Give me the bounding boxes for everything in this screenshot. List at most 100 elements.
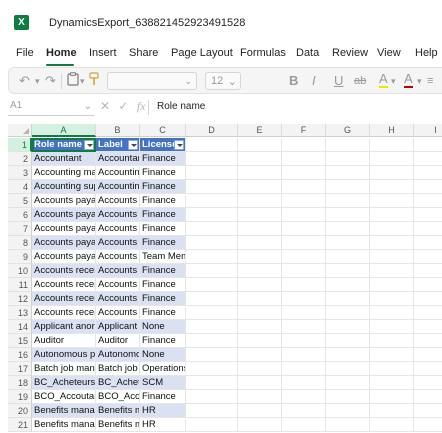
- empty-cell[interactable]: [414, 250, 442, 264]
- empty-cell[interactable]: [414, 306, 442, 320]
- empty-cell[interactable]: [370, 320, 414, 334]
- row-header-9[interactable]: 9: [8, 250, 32, 264]
- table-cell[interactable]: Benefits m: [96, 404, 140, 418]
- empty-cell[interactable]: [370, 236, 414, 250]
- empty-cell[interactable]: [370, 250, 414, 264]
- empty-cell[interactable]: [370, 180, 414, 194]
- empty-cell[interactable]: [414, 222, 442, 236]
- table-cell[interactable]: Batch job: [96, 362, 140, 376]
- empty-cell[interactable]: [186, 292, 238, 306]
- table-cell[interactable]: Finance: [140, 194, 186, 208]
- column-header-d[interactable]: D: [186, 124, 238, 137]
- table-cell[interactable]: Applicant anor: [32, 320, 96, 334]
- empty-cell[interactable]: [238, 264, 282, 278]
- filter-dropdown-icon[interactable]: [128, 140, 138, 150]
- empty-cell[interactable]: [282, 166, 326, 180]
- empty-cell[interactable]: [370, 138, 414, 152]
- undo-dropdown-icon[interactable]: ▾: [35, 76, 40, 87]
- empty-cell[interactable]: [282, 362, 326, 376]
- table-cell[interactable]: Accounting ma: [32, 166, 96, 180]
- empty-cell[interactable]: [282, 334, 326, 348]
- table-cell[interactable]: BCO_Accoutan: [32, 390, 96, 404]
- table-header-cell[interactable]: Role name: [32, 138, 96, 152]
- table-cell[interactable]: Accounts recei: [32, 292, 96, 306]
- tab-insert[interactable]: Insert: [89, 47, 117, 59]
- table-header-cell[interactable]: Label: [96, 138, 140, 152]
- font-size-select[interactable]: 12 ⌄: [205, 72, 241, 90]
- empty-cell[interactable]: [282, 418, 326, 432]
- row-header-5[interactable]: 5: [8, 194, 32, 208]
- table-cell[interactable]: Accounts recei: [32, 306, 96, 320]
- empty-cell[interactable]: [326, 166, 370, 180]
- tab-data[interactable]: Data: [296, 47, 319, 59]
- empty-cell[interactable]: [370, 404, 414, 418]
- table-cell[interactable]: Auditor: [96, 334, 140, 348]
- empty-cell[interactable]: [238, 250, 282, 264]
- paste-icon[interactable]: [67, 72, 79, 91]
- empty-cell[interactable]: [414, 180, 442, 194]
- empty-cell[interactable]: [186, 264, 238, 278]
- empty-cell[interactable]: [238, 362, 282, 376]
- empty-cell[interactable]: [238, 278, 282, 292]
- empty-cell[interactable]: [326, 418, 370, 432]
- filter-dropdown-icon[interactable]: [174, 140, 184, 150]
- row-header-14[interactable]: 14: [8, 320, 32, 334]
- empty-cell[interactable]: [282, 194, 326, 208]
- table-cell[interactable]: Applicant: [96, 320, 140, 334]
- empty-cell[interactable]: [238, 166, 282, 180]
- empty-cell[interactable]: [238, 348, 282, 362]
- empty-cell[interactable]: [326, 278, 370, 292]
- table-cell[interactable]: None: [140, 320, 186, 334]
- empty-cell[interactable]: [414, 348, 442, 362]
- empty-cell[interactable]: [326, 306, 370, 320]
- table-cell[interactable]: Finance: [140, 390, 186, 404]
- column-header-e[interactable]: E: [238, 124, 282, 137]
- table-cell[interactable]: Accountin: [96, 180, 140, 194]
- row-header-12[interactable]: 12: [8, 292, 32, 306]
- empty-cell[interactable]: [326, 222, 370, 236]
- empty-cell[interactable]: [282, 180, 326, 194]
- empty-cell[interactable]: [186, 362, 238, 376]
- empty-cell[interactable]: [282, 390, 326, 404]
- empty-cell[interactable]: [326, 194, 370, 208]
- table-cell[interactable]: BCO_Acco: [96, 390, 140, 404]
- tab-share[interactable]: Share: [129, 47, 158, 59]
- tab-review[interactable]: Review: [332, 47, 368, 59]
- row-header-15[interactable]: 15: [8, 334, 32, 348]
- column-header-c[interactable]: C: [140, 124, 186, 137]
- empty-cell[interactable]: [326, 152, 370, 166]
- table-cell[interactable]: Batch job mana: [32, 362, 96, 376]
- table-cell[interactable]: Accounts p: [96, 208, 140, 222]
- empty-cell[interactable]: [238, 222, 282, 236]
- row-header-18[interactable]: 18: [8, 376, 32, 390]
- format-painter-icon[interactable]: [89, 72, 99, 91]
- table-cell[interactable]: Accountin: [96, 166, 140, 180]
- row-header-17[interactable]: 17: [8, 362, 32, 376]
- empty-cell[interactable]: [326, 264, 370, 278]
- empty-cell[interactable]: [238, 306, 282, 320]
- empty-cell[interactable]: [238, 152, 282, 166]
- table-cell[interactable]: BC_Achete: [96, 376, 140, 390]
- table-cell[interactable]: Benefits mana: [32, 404, 96, 418]
- row-header-19[interactable]: 19: [8, 390, 32, 404]
- empty-cell[interactable]: [414, 166, 442, 180]
- empty-cell[interactable]: [370, 194, 414, 208]
- empty-cell[interactable]: [326, 292, 370, 306]
- empty-cell[interactable]: [370, 348, 414, 362]
- empty-cell[interactable]: [282, 376, 326, 390]
- empty-cell[interactable]: [414, 390, 442, 404]
- undo-icon[interactable]: ↶: [19, 72, 30, 90]
- empty-cell[interactable]: [326, 138, 370, 152]
- empty-cell[interactable]: [282, 222, 326, 236]
- empty-cell[interactable]: [414, 278, 442, 292]
- empty-cell[interactable]: [186, 138, 238, 152]
- empty-cell[interactable]: [238, 404, 282, 418]
- empty-cell[interactable]: [186, 390, 238, 404]
- table-cell[interactable]: Accounts recei: [32, 278, 96, 292]
- table-cell[interactable]: Operations: [140, 362, 186, 376]
- empty-cell[interactable]: [370, 390, 414, 404]
- table-cell[interactable]: Finance: [140, 236, 186, 250]
- empty-cell[interactable]: [326, 334, 370, 348]
- empty-cell[interactable]: [326, 376, 370, 390]
- empty-cell[interactable]: [326, 320, 370, 334]
